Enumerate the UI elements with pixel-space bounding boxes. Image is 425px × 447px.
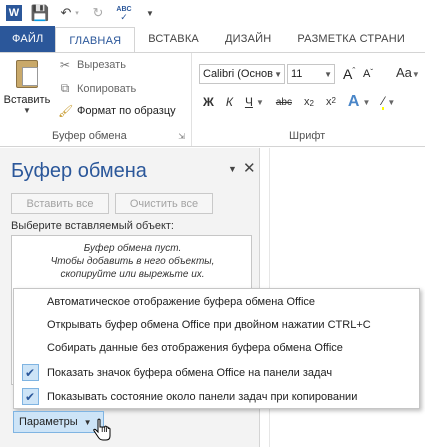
menu-item-show-status[interactable]: ✔ Показывать состояние около панели зада… [15, 385, 418, 408]
paste-button[interactable]: Вставить ▼ [3, 58, 51, 118]
undo-icon[interactable]: ↶ [58, 5, 74, 21]
empty-message: Буфер обмена пуст. Чтобы добавить в него… [12, 242, 253, 281]
tab-insert[interactable]: ВСТАВКА [135, 26, 212, 52]
copy-icon: ⧉ [60, 81, 70, 95]
save-icon[interactable]: 💾 [31, 5, 50, 22]
ribbon-tabs: ФАЙЛ ГЛАВНАЯ ВСТАВКА ДИЗАЙН РАЗМЕТКА СТР… [0, 26, 425, 53]
underline-button[interactable]: Ч [245, 95, 253, 109]
font-size-value: 11 [291, 68, 303, 80]
tab-home[interactable]: ГЛАВНАЯ [55, 27, 136, 53]
paste-icon [16, 60, 38, 88]
paste-label: Вставить [3, 94, 51, 106]
quick-access-toolbar: W 💾 ↶ ▾ ↻ ABC ✓ ▼ [0, 0, 425, 26]
font-size-combo[interactable]: 11 ▼ [287, 64, 335, 84]
highlight-icon[interactable]: ⁄ [382, 95, 385, 110]
pane-prompt: Выберите вставляемый объект: [11, 220, 174, 232]
pane-options-icon[interactable]: ▼ [228, 164, 237, 174]
word-logo-icon[interactable]: W [6, 5, 22, 21]
format-painter-label: Формат по образцу [77, 105, 176, 117]
text-effects-icon[interactable]: A [348, 93, 360, 111]
shrink-font-icon[interactable]: Aˇ [363, 68, 373, 80]
superscript-button[interactable]: x2 [326, 96, 336, 108]
customize-qat-icon[interactable]: ▼ [142, 5, 158, 21]
font-name-combo[interactable]: Calibri (Основ ▼ [199, 64, 285, 84]
font-name-value: Calibri (Основ [203, 68, 273, 80]
chevron-down-icon: ▼ [274, 69, 282, 79]
subscript-two-icon: 2 [309, 99, 314, 108]
clear-all-button[interactable]: Очистить все [115, 193, 213, 214]
check-slot [15, 313, 45, 336]
options-menu: Автоматическое отображение буфера обмена… [13, 288, 420, 409]
bold-button[interactable]: Ж [203, 95, 214, 109]
check-slot [15, 290, 45, 313]
strikethrough-button[interactable]: abc [276, 97, 292, 108]
tab-file[interactable]: ФАЙЛ [0, 26, 56, 52]
menu-item-collect-silently[interactable]: Собирать данные без отображения буфера о… [15, 336, 418, 359]
superscript-two-icon: 2 [331, 96, 336, 105]
menu-item-ctrl-c[interactable]: Открывать буфер обмена Office при двойно… [15, 313, 418, 336]
subscript-button[interactable]: x2 [304, 96, 314, 108]
options-button-label: Параметры [19, 416, 78, 428]
tab-design[interactable]: ДИЗАЙН [212, 26, 284, 52]
check-slot: ✔ [15, 361, 45, 384]
pane-title: Буфер обмена [11, 160, 147, 182]
font-group: Calibri (Основ ▼ 11 ▼ Aˆ Aˇ Aa▼ Ж К Ч ▼ … [193, 53, 425, 146]
spelling-icon[interactable]: ABC ✓ [116, 5, 132, 22]
menu-item-label: Открывать буфер обмена Office при двойно… [47, 318, 371, 331]
change-case-button[interactable]: Aa▼ [396, 65, 420, 80]
checkmark-icon: ✓ [120, 11, 128, 22]
clipboard-group-label: Буфер обмена [52, 130, 127, 142]
redo-icon[interactable]: ↻ [90, 5, 106, 21]
checkmark-icon: ✔ [21, 364, 39, 381]
change-case-label: Aa [396, 65, 412, 80]
clipboard-launcher-icon[interactable]: ⇲ [178, 132, 185, 141]
copy-button[interactable]: ⧉ Копировать [58, 81, 137, 96]
scissors-icon: ✂ [59, 58, 71, 72]
checkmark-icon: ✔ [21, 388, 39, 405]
menu-item-label: Собирать данные без отображения буфера о… [47, 341, 343, 354]
chevron-down-icon[interactable]: ▼ [256, 98, 264, 107]
ribbon: Вставить ▼ ✂ Вырезать ⧉ Копировать 🖌 Фор… [0, 52, 425, 147]
font-format-row: Ж К Ч ▼ abc x2 x2 A ▼ ⁄ ▼ [203, 93, 395, 111]
clipboard-group: Вставить ▼ ✂ Вырезать ⧉ Копировать 🖌 Фор… [0, 53, 192, 146]
italic-button[interactable]: К [226, 95, 233, 109]
empty-message-line: Буфер обмена пуст. [83, 243, 182, 254]
cut-label: Вырезать [77, 59, 126, 71]
check-slot: ✔ [15, 385, 45, 408]
paste-all-button[interactable]: Вставить все [11, 193, 109, 214]
grow-font-icon[interactable]: Aˆ [343, 66, 355, 82]
chevron-down-icon[interactable]: ▼ [387, 98, 395, 107]
empty-message-line: Чтобы добавить в него объекты, [50, 256, 215, 267]
menu-item-label: Показывать состояние около панели задач … [47, 390, 358, 403]
chevron-down-icon: ▼ [324, 69, 332, 79]
format-painter-button[interactable]: 🖌 Формат по образцу [58, 104, 176, 118]
close-icon[interactable]: ✕ [243, 159, 256, 177]
font-group-label: Шрифт [289, 130, 326, 142]
cut-button[interactable]: ✂ Вырезать [58, 58, 126, 72]
menu-item-show-taskbar-icon[interactable]: ✔ Показать значок буфера обмена Office н… [15, 361, 418, 384]
empty-message-line: скопируйте или вырежьте их. [60, 269, 205, 280]
copy-label: Копировать [77, 82, 137, 95]
paintbrush-icon: 🖌 [58, 104, 74, 118]
tab-page-layout[interactable]: РАЗМЕТКА СТРАНИ [284, 26, 418, 52]
menu-item-label: Автоматическое отображение буфера обмена… [47, 295, 316, 308]
check-slot [15, 336, 45, 359]
menu-item-auto-show[interactable]: Автоматическое отображение буфера обмена… [15, 290, 418, 313]
chevron-down-icon[interactable]: ▼ [362, 98, 370, 107]
chevron-down-icon: ▼ [23, 106, 31, 115]
chevron-down-icon: ▼ [411, 70, 420, 79]
mouse-cursor-icon [93, 418, 111, 441]
menu-item-label: Показать значок буфера обмена Office на … [47, 366, 333, 379]
undo-dropdown-icon[interactable]: ▾ [74, 5, 80, 21]
